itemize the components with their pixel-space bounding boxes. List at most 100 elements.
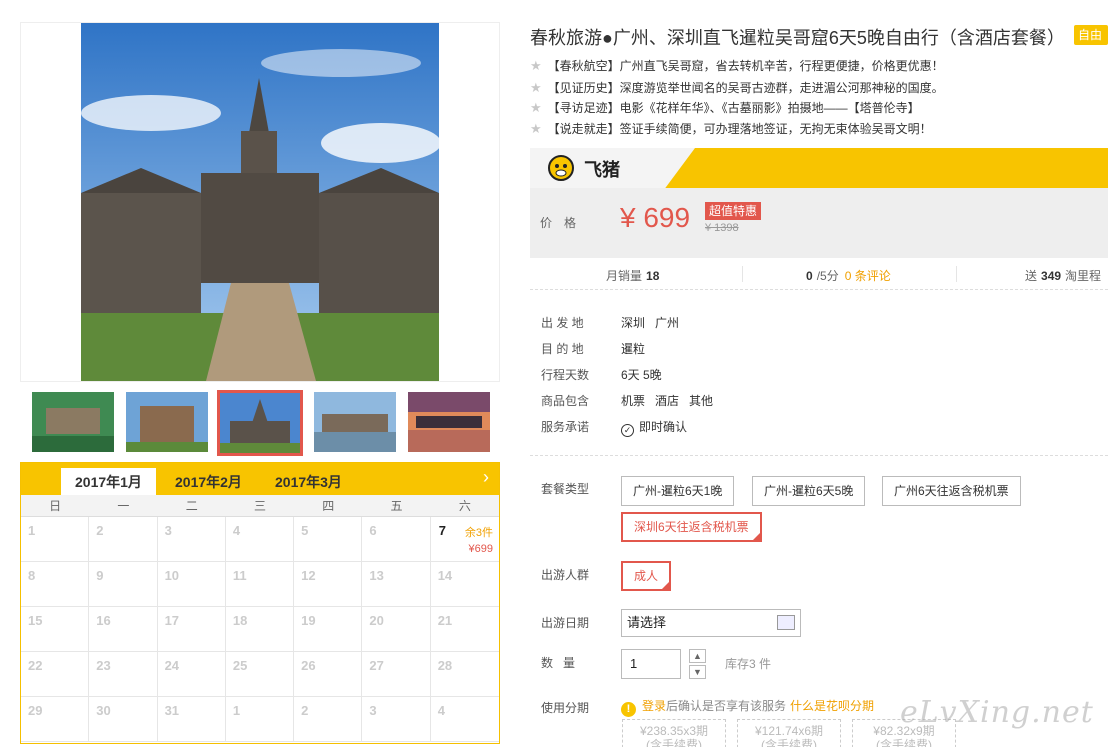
points-value: 349	[1041, 269, 1062, 283]
calendar-day-cell[interactable]: 11	[225, 562, 295, 607]
calendar-day-cell[interactable]: 4	[225, 517, 295, 562]
calendar-day-cell[interactable]: 16	[89, 607, 158, 652]
thumbnail-1[interactable]	[32, 392, 114, 452]
huabei-link[interactable]: 什么是花呗分期	[790, 699, 874, 713]
calendar-day-cell[interactable]: 28	[430, 652, 499, 697]
thumbnail-image	[32, 392, 114, 452]
rating-value: 0	[806, 269, 813, 283]
section-divider	[530, 455, 1108, 456]
thumbnail-4[interactable]	[314, 392, 396, 452]
calendar-day-cell[interactable]: 27	[362, 652, 431, 697]
calendar-day-cell[interactable]: 25	[225, 652, 295, 697]
quantity-input[interactable]: 1	[621, 649, 681, 679]
calendar-day-cell[interactable]: 2	[294, 697, 363, 742]
calendar-day-number: 19	[301, 613, 316, 628]
brand-name: 飞猪	[584, 160, 620, 180]
calendar-day-cell[interactable]: 24	[157, 652, 226, 697]
calendar-day-cell[interactable]: 2	[89, 517, 158, 562]
check-circle-icon: ✓	[621, 424, 634, 437]
calendar-day-cell[interactable]: 15	[21, 607, 90, 652]
calendar-day-cell[interactable]: 3	[362, 697, 431, 742]
package-option-selected[interactable]: 深圳6天往返含税机票	[621, 512, 762, 542]
calendar-day-cell[interactable]: 13	[362, 562, 431, 607]
date-label: 出游日期	[541, 616, 590, 630]
calendar-day-cell[interactable]: 5	[294, 517, 363, 562]
calendar-day-number: 28	[437, 658, 453, 673]
login-link[interactable]: 登录	[642, 699, 666, 713]
calendar-day-number: 29	[28, 703, 43, 718]
calendar-day-cell[interactable]: 18	[225, 607, 295, 652]
destination-value: 暹粒	[621, 342, 646, 356]
calendar-weekday: 日	[49, 499, 62, 513]
calendar-icon[interactable]	[777, 615, 795, 630]
price-box: 飞猪 价格 ¥ 699 超值特惠 ¥ 1398	[530, 148, 1108, 258]
package-option[interactable]: 广州-暹粒6天1晚	[621, 476, 735, 506]
calendar-day-cell[interactable]: 3	[157, 517, 226, 562]
calendar-day-cell[interactable]: 26	[294, 652, 363, 697]
calendar-day-number: 27	[369, 658, 384, 673]
calendar-day-cell[interactable]: 6	[362, 517, 431, 562]
calendar-day-cell[interactable]: 12	[294, 562, 363, 607]
installment-note: (含手续费)	[876, 738, 932, 747]
calendar-weekday: 六	[458, 499, 471, 513]
chevron-right-icon[interactable]: ›	[483, 467, 489, 488]
calendar-day-number: 26	[301, 658, 316, 673]
calendar-tab-month[interactable]: 2017年1月	[61, 468, 156, 495]
calendar-day-cell[interactable]: 9	[89, 562, 158, 607]
thumbnail-2[interactable]	[126, 392, 208, 452]
points-suffix: 淘里程	[1065, 269, 1102, 283]
installment-amount: ¥121.74x6期	[754, 724, 824, 738]
calendar-day-cell[interactable]: 8	[21, 562, 90, 607]
quantity-increase-button[interactable]: ▲	[689, 649, 706, 663]
calendar-tab-month[interactable]: 2017年2月	[161, 468, 256, 495]
calendar-day-cell[interactable]: 22	[21, 652, 90, 697]
calendar-day-cell[interactable]: 10	[157, 562, 226, 607]
price-label: 价格	[540, 216, 589, 230]
calendar-day-cell[interactable]: 23	[89, 652, 158, 697]
calendar-day-cell[interactable]: 7 余3件 ¥699	[430, 517, 499, 562]
points-prefix: 送	[1025, 269, 1038, 283]
thumbnail-image	[220, 393, 300, 453]
installment-plan[interactable]: ¥121.74x6期 (含手续费)	[737, 719, 841, 747]
thumbnail-image	[408, 392, 490, 452]
thumbnail-5[interactable]	[408, 392, 490, 452]
calendar-day-cell[interactable]: 29	[21, 697, 90, 742]
rating: 0/5分 0 条评论	[802, 267, 891, 284]
stock-text: 库存3 件	[725, 657, 772, 671]
calendar-day-cell[interactable]: 31	[157, 697, 226, 742]
reviews-link[interactable]: 0 条评论	[845, 269, 891, 283]
crowd-option-selected[interactable]: 成人	[621, 561, 672, 591]
calendar-day-number: 1	[28, 523, 36, 538]
calendar-day-cell[interactable]: 30	[89, 697, 158, 742]
calendar-day-cell[interactable]: 20	[362, 607, 431, 652]
thumbnail-image	[314, 392, 396, 452]
quantity-decrease-button[interactable]: ▼	[689, 665, 706, 679]
date-picker-input[interactable]: 请选择	[621, 609, 801, 637]
calendar-day-number: 24	[164, 658, 180, 673]
calendar-day-number: 18	[232, 613, 248, 628]
monthly-sales: 月销量 18	[606, 267, 663, 284]
calendar-day-cell[interactable]: 4	[430, 697, 499, 742]
destination-label: 目 的 地	[541, 342, 584, 356]
installment-plan[interactable]: ¥238.35x3期 (含手续费)	[622, 719, 726, 747]
calendar-tab-month[interactable]: 2017年3月	[261, 468, 356, 495]
calendar-day-cell[interactable]: 21	[430, 607, 499, 652]
package-option[interactable]: 广州6天往返含税机票	[882, 476, 1021, 506]
crowd-label: 出游人群	[541, 568, 590, 582]
star-icon: ★	[530, 80, 542, 95]
installment-amount: ¥238.35x3期	[639, 724, 709, 738]
includes-label: 商品包含	[541, 394, 590, 408]
package-option[interactable]: 广州-暹粒6天5晚	[752, 476, 866, 506]
calendar-day-cell[interactable]: 17	[157, 607, 226, 652]
mileage-points: 送 349 淘里程	[1025, 267, 1101, 284]
calendar-day-cell[interactable]: 1	[225, 697, 295, 742]
calendar-day-cell[interactable]: 14	[430, 562, 499, 607]
calendar-weekdays: 日一二三四五六	[21, 495, 499, 517]
feature-text: 【说走就走】签证手续简便，可办理落地签证，无拘无束体验吴哥文明！	[547, 122, 932, 136]
calendar-day-cell[interactable]: 1	[21, 517, 90, 562]
star-icon: ★	[530, 100, 542, 115]
thumbnail-3-selected[interactable]	[217, 390, 303, 456]
calendar-day-cell[interactable]: 19	[294, 607, 363, 652]
calendar-header: 2017年1月 2017年2月 2017年3月 ›	[21, 463, 499, 495]
divider	[956, 266, 957, 282]
